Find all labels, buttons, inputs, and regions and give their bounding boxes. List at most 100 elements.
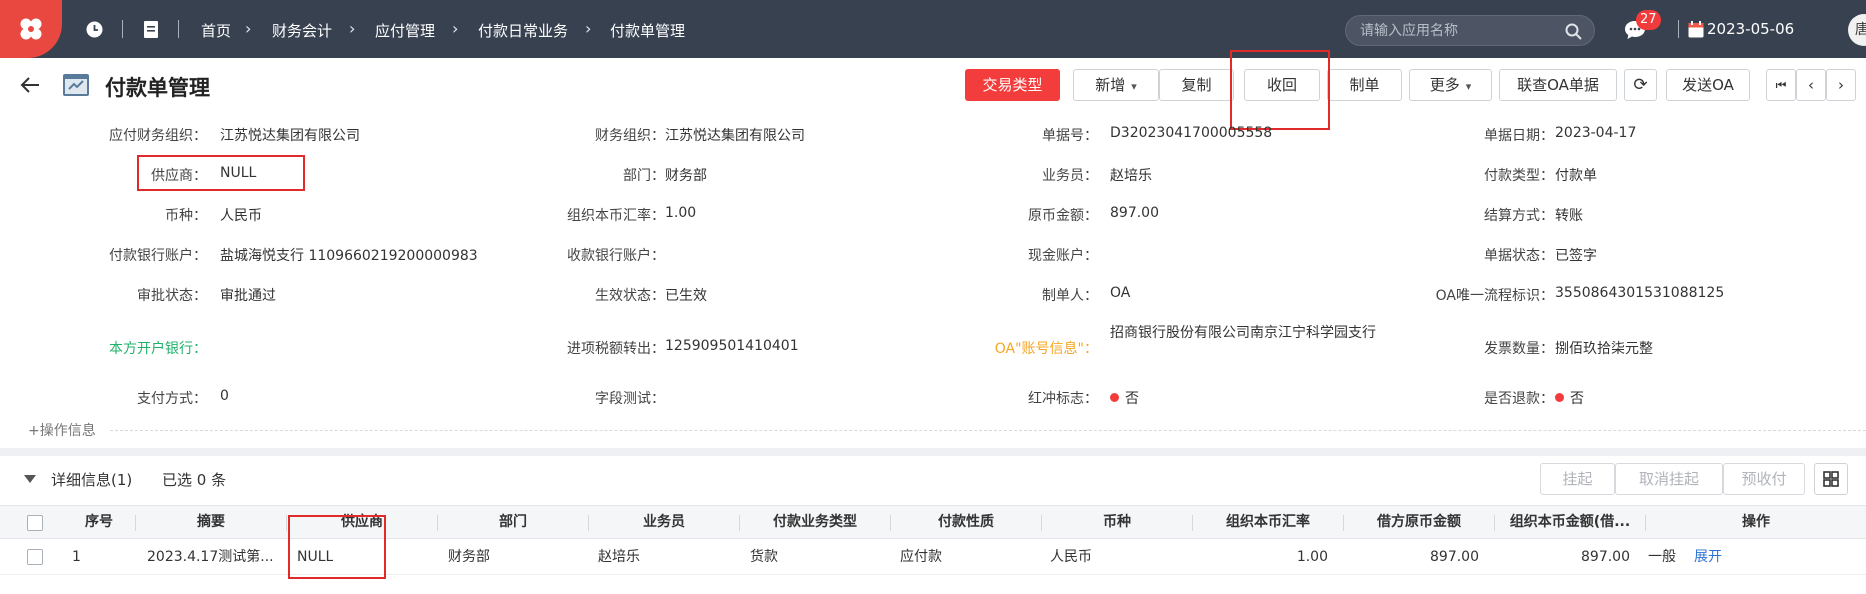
col-no[interactable]: 序号	[68, 506, 130, 539]
label-invoice-count: 发票数量：	[1484, 341, 1554, 357]
breadcrumb-finance[interactable]: 财务会计	[272, 20, 332, 41]
app-search-input[interactable]	[1360, 21, 1560, 41]
label-oa-flow-id: OA唯一流程标识：	[1435, 288, 1554, 304]
col-department[interactable]: 部门	[438, 506, 588, 539]
label-payment-type: 付款类型：	[1484, 168, 1554, 184]
cell-supplier: NULL	[297, 549, 334, 565]
status-dot	[1555, 393, 1564, 402]
operation-info-toggle[interactable]: +操作信息	[28, 420, 96, 440]
value-pay-method[interactable]: 0	[220, 388, 229, 404]
label-pay-bank-account: 付款银行账户：	[109, 248, 207, 264]
query-oa-button[interactable]: 联查OA单据	[1499, 69, 1617, 101]
copy-button[interactable]: 复制	[1159, 69, 1234, 101]
value-oa-flow-id[interactable]: 3550864301531088125	[1555, 285, 1724, 301]
value-department[interactable]: 财务部	[665, 165, 707, 185]
make-voucher-button[interactable]: 制单	[1327, 69, 1402, 101]
col-debit-orig[interactable]: 借方原币金额	[1344, 506, 1494, 539]
col-summary[interactable]: 摘要	[136, 506, 286, 539]
more-dropdown-button[interactable]: 更多 ▾	[1409, 69, 1492, 101]
value-effective-status[interactable]: 已生效	[665, 285, 707, 305]
document-icon[interactable]	[143, 21, 159, 38]
app-logo[interactable]	[0, 0, 62, 58]
breadcrumb-current[interactable]: 付款单管理	[610, 20, 685, 41]
section-gap	[0, 448, 1866, 456]
grid-icon	[1823, 471, 1839, 487]
value-original-amount[interactable]: 897.00	[1110, 205, 1159, 221]
prepay-button[interactable]: 预收付	[1723, 463, 1805, 495]
back-arrow-icon[interactable]	[20, 76, 40, 94]
red-flag-text: 否	[1125, 391, 1139, 407]
value-doc-no[interactable]: D32023041700005558	[1110, 125, 1272, 141]
next-page-button[interactable]: ›	[1826, 69, 1856, 101]
value-settlement[interactable]: 转账	[1555, 205, 1583, 225]
clock-icon[interactable]	[86, 21, 103, 38]
add-dropdown-button[interactable]: 新增 ▾	[1073, 69, 1159, 101]
col-rate[interactable]: 组织本币汇率	[1193, 506, 1343, 539]
send-oa-button[interactable]: 发送OA	[1666, 69, 1750, 101]
value-creator[interactable]: OA	[1110, 285, 1130, 301]
value-supplier[interactable]: NULL	[220, 165, 256, 181]
chevron-down-icon: ▾	[1131, 80, 1137, 93]
col-supplier[interactable]: 供应商	[287, 506, 437, 539]
table-row[interactable]: 1 2023.4.17测试第... NULL 财务部 赵培乐 货款 应付款 人民…	[0, 539, 1866, 575]
cancel-hang-button[interactable]: 取消挂起	[1615, 463, 1723, 495]
breadcrumb-home[interactable]: 首页	[201, 20, 231, 41]
breadcrumb-payables[interactable]: 应付管理	[375, 20, 435, 41]
breadcrumb-daily-payment[interactable]: 付款日常业务	[478, 20, 568, 41]
col-nature[interactable]: 付款性质	[891, 506, 1041, 539]
value-oa-account-info[interactable]: 招商银行股份有限公司南京江宁科学园支行	[1110, 321, 1380, 345]
label-pay-method: 支付方式：	[137, 391, 207, 407]
col-debit-org[interactable]: 组织本币金额(借...	[1495, 506, 1645, 539]
collapse-triangle-icon[interactable]	[24, 475, 36, 483]
value-doc-date[interactable]: 2023-04-17	[1555, 125, 1636, 141]
chevron-down-icon: ▾	[1465, 80, 1472, 93]
value-red-flag[interactable]: 否	[1110, 388, 1139, 408]
value-approval-status[interactable]: 审批通过	[220, 285, 276, 305]
cell-summary: 2023.4.17测试第...	[147, 549, 274, 565]
label-currency: 币种：	[165, 208, 207, 224]
user-avatar[interactable]: 唐	[1848, 14, 1866, 46]
col-operation[interactable]: 操作	[1646, 506, 1866, 539]
value-finance-org[interactable]: 江苏悦达集团有限公司	[665, 125, 805, 145]
refresh-button[interactable]: ⟳	[1624, 69, 1657, 101]
label-cash-account: 现金账户：	[1028, 248, 1098, 264]
label-settlement: 结算方式：	[1484, 208, 1554, 224]
label-original-amount: 原币金额：	[1028, 208, 1098, 224]
row-checkbox[interactable]	[27, 549, 43, 565]
label-doc-no: 单据号：	[1042, 128, 1098, 144]
cell-debit-orig: 897.00	[1430, 549, 1479, 565]
value-invoice-count[interactable]: 捌佰玖拾柒元整	[1555, 338, 1653, 358]
expand-link[interactable]: 展开	[1694, 539, 1722, 575]
first-page-button[interactable]: ⏮	[1766, 69, 1796, 101]
grid-view-button[interactable]	[1814, 463, 1848, 495]
value-input-tax-transfer[interactable]: 125909501410401	[665, 338, 799, 354]
value-pay-bank-account[interactable]: 盐城海悦支行 1109660219200000983	[220, 245, 478, 265]
value-refund[interactable]: 否	[1555, 388, 1584, 408]
value-payable-org[interactable]: 江苏悦达集团有限公司	[220, 125, 360, 145]
calendar-icon[interactable]	[1688, 21, 1704, 38]
col-currency[interactable]: 币种	[1042, 506, 1192, 539]
select-all-checkbox[interactable]	[27, 515, 43, 531]
cell-department: 财务部	[448, 549, 490, 565]
col-salesman[interactable]: 业务员	[589, 506, 739, 539]
value-salesman[interactable]: 赵培乐	[1110, 165, 1152, 185]
cell-op-text: 一般	[1648, 549, 1676, 565]
value-exchange-rate[interactable]: 1.00	[665, 205, 696, 221]
label-effective-status: 生效状态：	[595, 288, 665, 304]
hang-button[interactable]: 挂起	[1540, 463, 1615, 495]
search-icon[interactable]	[1565, 23, 1582, 40]
trade-type-button[interactable]: 交易类型	[965, 69, 1060, 101]
col-biz-type[interactable]: 付款业务类型	[740, 506, 890, 539]
value-currency[interactable]: 人民币	[220, 205, 262, 225]
recall-button[interactable]: 收回	[1244, 69, 1320, 101]
prev-page-button[interactable]: ‹	[1796, 69, 1826, 101]
value-payment-type[interactable]: 付款单	[1555, 165, 1597, 185]
page-title: 付款单管理	[105, 76, 210, 100]
label-receive-bank-account: 收款银行账户：	[567, 248, 665, 264]
value-doc-status[interactable]: 已签字	[1555, 245, 1597, 265]
current-date[interactable]: 2023-05-06	[1707, 20, 1794, 38]
chevron-right-icon: ›	[585, 19, 592, 38]
refresh-icon: ⟳	[1633, 75, 1648, 95]
separator	[178, 20, 179, 38]
flower-logo-icon	[20, 18, 42, 40]
